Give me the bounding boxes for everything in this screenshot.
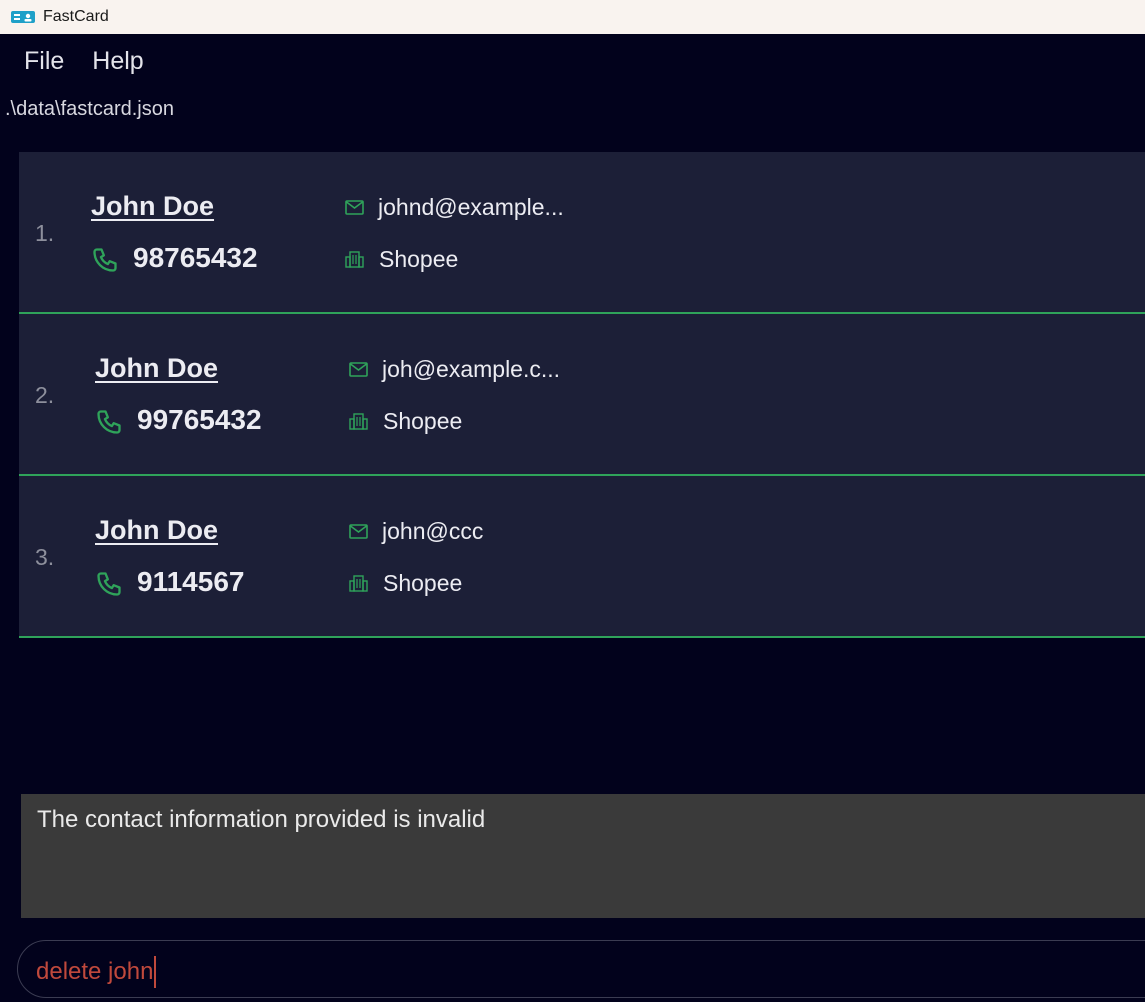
building-icon: [349, 413, 368, 430]
menu-file[interactable]: File: [24, 47, 64, 76]
mail-icon: [349, 524, 368, 539]
contact-phone: 9114567: [137, 566, 245, 597]
result-message: The contact information provided is inva…: [37, 806, 486, 833]
mail-icon: [345, 200, 364, 215]
contact-name: John Doe: [91, 191, 215, 221]
contact-email: johnd@example...: [378, 194, 564, 220]
contact-card[interactable]: 2. John Doe 99765432 joh@example.c... Sh…: [19, 314, 1145, 476]
contact-email: joh@example.c...: [382, 356, 561, 382]
menu-bar: File Help: [0, 35, 1145, 87]
file-path: .\data\fastcard.json: [5, 98, 174, 120]
contact-card[interactable]: 3. John Doe 9114567 john@ccc Shopee: [19, 476, 1145, 638]
command-text: delete john: [36, 956, 157, 988]
mail-icon: [349, 362, 368, 377]
contact-company: Shopee: [383, 570, 463, 596]
result-display: The contact information provided is inva…: [21, 794, 1145, 918]
contact-name: John Doe: [95, 515, 219, 545]
contact-index: 1.: [35, 220, 55, 246]
phone-icon: [97, 572, 121, 596]
contact-name: John Doe: [95, 353, 219, 383]
contact-index: 2.: [35, 382, 55, 408]
command-input[interactable]: delete john: [17, 940, 1145, 998]
contact-card[interactable]: 1. John Doe 98765432 johnd@example... Sh…: [19, 152, 1145, 314]
phone-icon: [97, 410, 121, 434]
contact-email: john@ccc: [382, 518, 484, 544]
card-icon: [11, 11, 35, 23]
title-bar: FastCard: [0, 0, 1145, 34]
menu-help[interactable]: Help: [92, 47, 143, 76]
contact-company: Shopee: [383, 408, 463, 434]
phone-icon: [93, 248, 117, 272]
building-icon: [345, 251, 364, 268]
app-title: FastCard: [43, 8, 109, 25]
building-icon: [349, 575, 368, 592]
contact-phone: 99765432: [137, 404, 262, 435]
contact-index: 3.: [35, 544, 55, 570]
contact-company: Shopee: [379, 246, 459, 272]
contact-phone: 98765432: [133, 242, 258, 273]
